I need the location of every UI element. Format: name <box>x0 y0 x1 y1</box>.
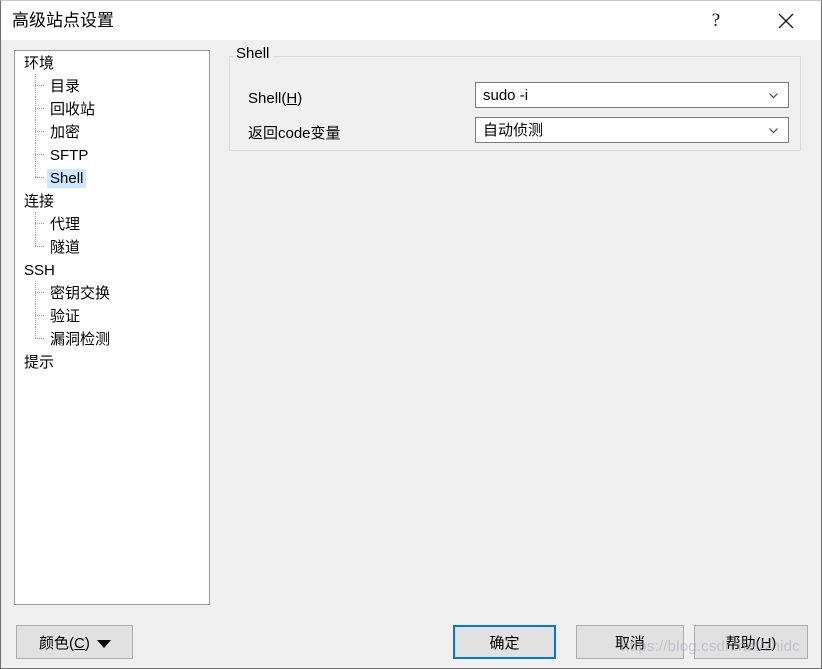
tree-item-加密[interactable]: 加密 <box>15 120 209 143</box>
tree-item-label: 代理 <box>50 216 81 233</box>
tree-item-验证[interactable]: 验证 <box>15 304 209 327</box>
tree-item-代理[interactable]: 代理 <box>15 212 209 235</box>
tree-item-label: SFTP <box>50 147 89 164</box>
tree-item-隧道[interactable]: 隧道 <box>15 235 209 258</box>
tree-item-label: 密钥交换 <box>50 285 111 302</box>
tree-item-label: SSH <box>24 262 55 279</box>
tree-item-label: 加密 <box>50 124 81 141</box>
tree-connector-horizontal <box>35 177 45 178</box>
retcode-combobox[interactable]: 自动侦测 <box>475 117 789 143</box>
tree-connector-horizontal <box>35 315 45 316</box>
cancel-button[interactable]: 取消 <box>576 625 684 659</box>
triangle-down-icon <box>97 640 111 648</box>
ok-button[interactable]: 确定 <box>453 625 556 659</box>
tree-item-Shell[interactable]: Shell <box>15 166 209 189</box>
advanced-site-settings-dialog: 高级站点设置 ? 环境目录回收站加密 SFTP Shell 连接代理隧道 SSH 密钥交换… <box>0 0 822 669</box>
tree-item-label: 隧道 <box>50 239 81 256</box>
shell-settings-pane: Shell Shell(H) sudo -i 返回code变量 自动侦测 <box>229 45 803 605</box>
tree-connector-horizontal <box>35 292 45 293</box>
tree-item-label: 漏洞检测 <box>50 331 111 348</box>
chevron-down-icon <box>769 128 778 134</box>
tree-connector-horizontal <box>35 154 45 155</box>
retcode-combobox-value: 自动侦测 <box>483 122 544 139</box>
tree-item-label: 连接 <box>24 193 55 210</box>
window-title: 高级站点设置 <box>12 11 114 30</box>
shell-combobox[interactable]: sudo -i <box>475 82 789 108</box>
tree-item-label: 环境 <box>24 55 55 72</box>
question-mark-icon: ? <box>711 10 721 31</box>
tree-connector-horizontal <box>35 246 45 247</box>
help-button[interactable]: 帮助(H) <box>694 625 808 659</box>
tree-item-环境[interactable]: 环境 <box>15 51 209 74</box>
tree-connector-horizontal <box>35 338 45 339</box>
title-bar: 高级站点设置 ? <box>1 1 821 40</box>
shell-field-label: Shell(H) <box>248 90 303 107</box>
titlebar-help-button[interactable]: ? <box>693 1 739 40</box>
settings-category-tree[interactable]: 环境目录回收站加密 SFTP Shell 连接代理隧道 SSH 密钥交换验证漏洞检测提示 <box>14 50 210 605</box>
shell-group-box: Shell Shell(H) sudo -i 返回code变量 自动侦测 <box>229 45 801 151</box>
tree-item-提示[interactable]: 提示 <box>15 350 209 373</box>
tree-item-SSH[interactable]: SSH <box>15 258 209 281</box>
tree-item-label: 目录 <box>50 78 81 95</box>
tree-item-label: Shell <box>47 169 87 188</box>
tree-item-漏洞检测[interactable]: 漏洞检测 <box>15 327 209 350</box>
tree-connector-horizontal <box>35 85 45 86</box>
tree-item-连接[interactable]: 连接 <box>15 189 209 212</box>
tree-item-label: 提示 <box>24 354 55 371</box>
close-icon <box>778 13 794 28</box>
color-button-label: 颜色(C) <box>39 634 90 652</box>
tree-item-密钥交换[interactable]: 密钥交换 <box>15 281 209 304</box>
shell-group-caption: Shell <box>234 45 274 63</box>
tree-item-回收站[interactable]: 回收站 <box>15 97 209 120</box>
tree-item-SFTP[interactable]: SFTP <box>15 143 209 166</box>
shell-combobox-value: sudo -i <box>483 87 529 104</box>
tree-connector-horizontal <box>35 108 45 109</box>
tree-connector-horizontal <box>35 223 45 224</box>
tree-item-label: 回收站 <box>50 101 96 118</box>
tree-connector-horizontal <box>35 131 45 132</box>
chevron-down-icon <box>769 93 778 99</box>
retcode-field-label: 返回code变量 <box>248 125 341 142</box>
color-button[interactable]: 颜色(C) <box>16 625 133 659</box>
help-button-label: 帮助(H) <box>725 634 777 652</box>
tree-item-目录[interactable]: 目录 <box>15 74 209 97</box>
tree-item-label: 验证 <box>50 308 81 325</box>
titlebar-close-button[interactable] <box>763 1 809 40</box>
